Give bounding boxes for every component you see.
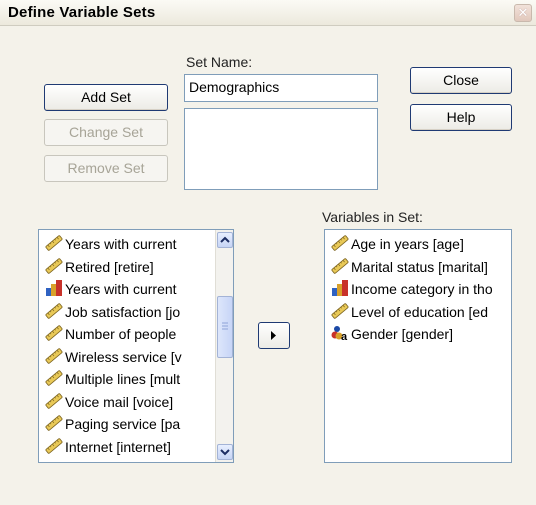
remove-set-button[interactable]: Remove Set xyxy=(44,155,168,182)
nominal-string-icon: a xyxy=(331,325,349,343)
set-list-box[interactable] xyxy=(184,108,378,190)
variable-label: Years with current xyxy=(65,236,177,252)
scale-icon xyxy=(45,257,63,274)
available-list-scrollbar[interactable] xyxy=(215,230,233,462)
variable-list-item[interactable]: Income category in tho xyxy=(331,278,493,300)
variable-list-item[interactable]: Voice mail [voice] xyxy=(45,391,173,413)
grip-icon xyxy=(222,322,228,330)
scale-icon xyxy=(45,392,63,409)
scale-icon xyxy=(331,257,349,274)
variable-list-item[interactable]: Marital status [marital] xyxy=(331,256,488,278)
variables-in-set-list[interactable]: Age in years [age] Marital status [marita… xyxy=(324,229,512,463)
ordinal-icon xyxy=(331,280,349,296)
available-variables-list[interactable]: Years with current Retired [retire] Years … xyxy=(38,229,234,463)
variable-label: Wireless service [v xyxy=(65,348,182,365)
change-set-button[interactable]: Change Set xyxy=(44,119,168,146)
variable-label: Multiple lines [mult xyxy=(65,371,181,387)
variable-label: Gender [gender] xyxy=(351,326,453,342)
variable-label: Years with current xyxy=(65,281,177,297)
variable-list-item[interactable]: Retired [retire] xyxy=(45,256,154,278)
variable-label: Retired [retire] xyxy=(65,258,154,275)
scroll-thumb[interactable] xyxy=(217,296,233,358)
help-button[interactable]: Help xyxy=(410,104,512,131)
variable-label: Number of people xyxy=(65,326,177,342)
scroll-down-button[interactable] xyxy=(217,444,233,460)
chevron-up-icon xyxy=(220,236,230,243)
variable-list-item[interactable]: Level of education [ed xyxy=(331,301,488,323)
variable-list-item[interactable]: Number of people xyxy=(45,323,176,345)
set-name-input[interactable]: Demographics xyxy=(184,74,378,102)
set-name-value: Demographics xyxy=(189,79,280,95)
add-set-button[interactable]: Add Set xyxy=(44,84,168,111)
variable-label: Job satisfaction [jo xyxy=(65,303,181,320)
variable-list-item[interactable]: Paging service [pa xyxy=(45,413,180,435)
title-bar: Define Variable Sets ✕ xyxy=(0,0,536,26)
variable-label: Marital status [marital] xyxy=(351,258,488,275)
move-to-set-button[interactable] xyxy=(258,322,290,349)
scale-icon xyxy=(331,235,349,251)
variable-list-item[interactable]: Years with current xyxy=(45,233,177,255)
variable-list-item[interactable]: Age in years [age] xyxy=(331,233,464,255)
chevron-down-icon xyxy=(220,449,230,456)
variable-list-item[interactable]: Multiple lines [mult xyxy=(45,368,180,390)
svg-text:a: a xyxy=(341,331,348,341)
scroll-up-button[interactable] xyxy=(217,232,233,248)
close-button[interactable]: Close xyxy=(410,67,512,94)
dialog-title: Define Variable Sets xyxy=(8,4,156,21)
variable-label: Paging service [pa xyxy=(65,416,181,432)
variable-label: Internet [internet] xyxy=(65,438,171,455)
scale-icon xyxy=(45,325,63,341)
variable-list-item[interactable]: Internet [internet] xyxy=(45,436,171,458)
scale-icon xyxy=(45,347,63,364)
scale-icon xyxy=(331,302,349,319)
scale-icon xyxy=(45,415,63,431)
variable-label: Income category in tho xyxy=(351,281,493,297)
variable-label: Level of education [ed xyxy=(351,303,488,320)
scale-icon xyxy=(45,302,63,319)
variable-list-item[interactable]: Wireless service [v xyxy=(45,346,182,368)
scale-icon xyxy=(45,235,63,251)
variable-label: Age in years [age] xyxy=(351,236,464,252)
set-name-label: Set Name: xyxy=(186,54,253,70)
scale-icon xyxy=(45,437,63,454)
variable-list-item[interactable]: Years with current xyxy=(45,278,177,300)
variable-list-item[interactable]: a Gender [gender] xyxy=(331,323,453,345)
variables-in-set-label: Variables in Set: xyxy=(322,209,423,225)
variable-list-item[interactable]: Job satisfaction [jo xyxy=(45,301,180,323)
ordinal-icon xyxy=(45,280,63,296)
variable-label: Voice mail [voice] xyxy=(65,393,174,410)
arrow-right-icon xyxy=(271,331,276,340)
scale-icon xyxy=(45,370,63,386)
close-icon[interactable]: ✕ xyxy=(514,4,532,22)
